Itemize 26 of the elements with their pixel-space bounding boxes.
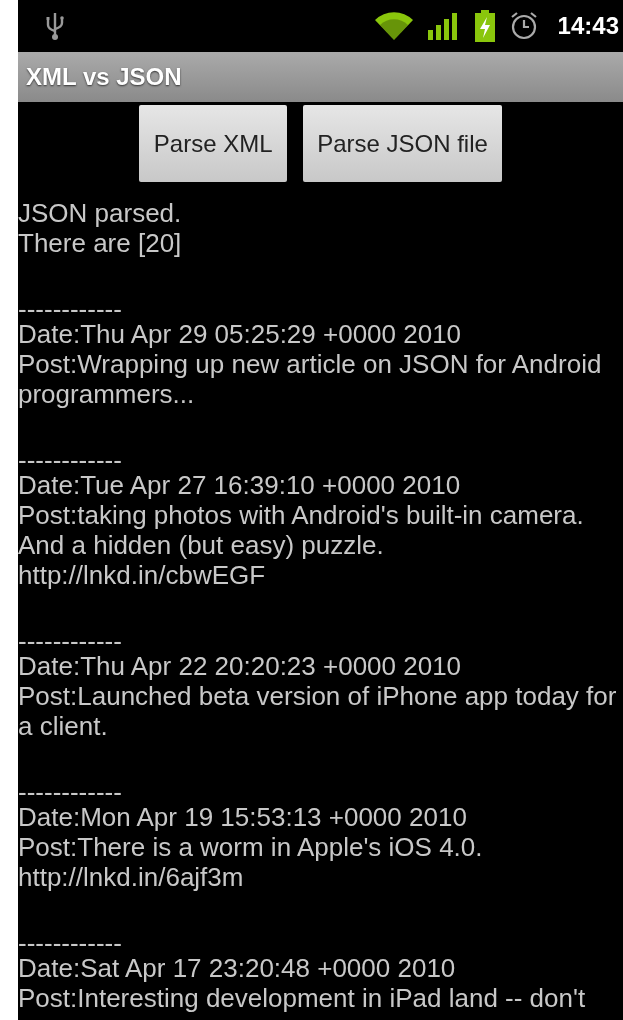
separator-line: ------------ [18,631,123,651]
separator-line: ------------ [18,299,123,319]
post-text: Post:There is a worm in Apple's iOS 4.0. http://lnkd.in/6ajf3m [18,832,484,892]
parse-button[interactable]: Parse XML [139,105,288,182]
post-text: Post:Interesting development in iPad land -- don't [18,983,587,1013]
post-date: Date:Thu Apr 29 05:25:29 +0000 2010 [18,319,463,349]
clock-time: 14:43 [557,12,619,40]
usb-icon [44,10,66,42]
signal-icon [427,12,460,40]
post-text: Post:Wrapping up new article on JSON for Android programmers... [18,349,603,409]
separator-line: ------------ [18,450,123,470]
post-text: Post:Launched beta version of iPhone app today for a client. [18,681,618,741]
alarm-clock-icon [509,11,538,41]
charging-battery-icon [473,10,496,42]
wifi-icon [373,11,414,41]
post-date: Date:Thu Apr 22 20:20:23 +0000 2010 [18,651,463,681]
window-title: XML vs JSON [26,63,182,91]
post-date: Date:Sat Apr 17 23:20:48 +0000 2010 [18,953,457,983]
separator-line: ------------ [18,782,123,802]
status-message: JSON parsed. [18,198,183,228]
post-text: Post:taking photos with Android's built-in camera. And a hidden (but easy) puzzle. http://lnkd.in/cbwEGF [18,500,585,590]
post-date: Date:Mon Apr 19 15:53:13 +0000 2010 [18,802,468,832]
status-message: There are [20] [18,228,183,258]
post-date: Date:Tue Apr 27 16:39:10 +0000 2010 [18,470,462,500]
separator-line: ------------ [18,933,123,953]
parse-button[interactable]: Parse JSON file [303,105,502,182]
